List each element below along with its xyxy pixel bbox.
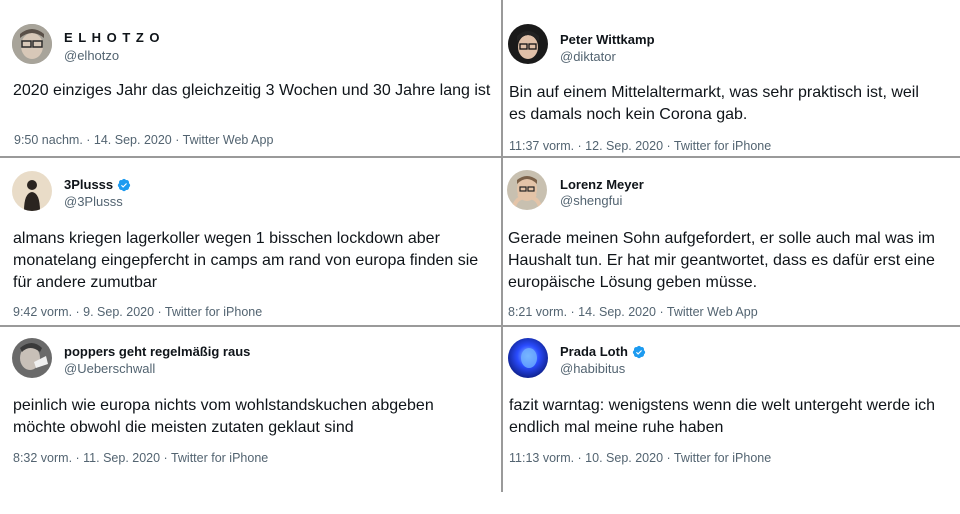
tweet-text: almans kriegen lagerkoller wegen 1 bissc… — [13, 230, 479, 291]
tweet-text: fazit warntag: wenigstens wenn die welt … — [509, 397, 936, 436]
tweet-author-handle[interactable]: @shengfui — [560, 193, 622, 208]
avatar-ueberschwall[interactable] — [12, 338, 52, 378]
tweet-timestamp[interactable]: 11:13 vorm. · 10. Sep. 2020 · Twitter fo… — [509, 451, 771, 465]
verified-badge-icon — [632, 345, 646, 358]
tweet-author-name[interactable]: 3Plusss — [64, 177, 131, 192]
tweet-text: 2020 einziges Jahr das gleichzeitig 3 Wo… — [13, 82, 491, 99]
tweet-author-name[interactable]: Peter Wittkamp — [560, 32, 655, 47]
avatar-shengfui[interactable] — [507, 170, 547, 210]
tweet-author-name[interactable]: poppers geht regelmäßig raus — [64, 344, 250, 359]
tweet-author-handle[interactable]: @diktator — [560, 49, 616, 64]
tweet-timestamp[interactable]: 9:42 vorm. · 9. Sep. 2020 · Twitter for … — [13, 305, 262, 319]
tweet-author-name[interactable]: Prada Loth — [560, 344, 646, 359]
tweet-card-elhotzo[interactable]: E L H O T Z O @elhotzo 2020 einziges Jah… — [0, 0, 500, 156]
tweet-author-name[interactable]: E L H O T Z O — [64, 30, 161, 45]
tweet-author-handle[interactable]: @Ueberschwall — [64, 361, 155, 376]
tweet-card-habibitus[interactable]: Prada Loth @habibitus fazit warntag: wen… — [503, 327, 960, 492]
verified-badge-icon — [118, 178, 131, 191]
tweet-timestamp[interactable]: 8:21 vorm. · 14. Sep. 2020 · Twitter Web… — [508, 305, 758, 319]
tweet-text: Gerade meinen Sohn aufgefordert, er soll… — [508, 230, 935, 291]
tweet-author-name[interactable]: Lorenz Meyer — [560, 177, 644, 192]
tweet-author-handle[interactable]: @3Plusss — [64, 194, 123, 209]
tweet-text: peinlich wie europa nichts vom wohlstand… — [13, 397, 434, 436]
tweet-card-ueberschwall[interactable]: poppers geht regelmäßig raus @Ueberschwa… — [0, 327, 500, 492]
tweet-timestamp[interactable]: 11:37 vorm. · 12. Sep. 2020 · Twitter fo… — [509, 139, 771, 153]
tweet-author-handle[interactable]: @elhotzo — [64, 48, 119, 63]
tweet-card-3plusss[interactable]: 3Plusss @3Plusss almans kriegen lagerkol… — [0, 158, 500, 325]
avatar-habibitus[interactable] — [508, 338, 548, 378]
avatar-diktator[interactable] — [508, 24, 548, 64]
avatar-elhotzo[interactable] — [12, 24, 52, 64]
tweet-text: Bin auf einem Mittelaltermarkt, was sehr… — [509, 84, 919, 123]
tweet-card-diktator[interactable]: Peter Wittkamp @diktator Bin auf einem M… — [503, 0, 960, 156]
avatar-3plusss[interactable] — [12, 171, 52, 211]
tweet-author-handle[interactable]: @habibitus — [560, 361, 625, 376]
tweet-timestamp[interactable]: 9:50 nachm. · 14. Sep. 2020 · Twitter We… — [14, 133, 273, 147]
tweet-timestamp[interactable]: 8:32 vorm. · 11. Sep. 2020 · Twitter for… — [13, 451, 268, 465]
tweet-card-shengfui[interactable]: Lorenz Meyer @shengfui Gerade meinen Soh… — [503, 158, 960, 325]
